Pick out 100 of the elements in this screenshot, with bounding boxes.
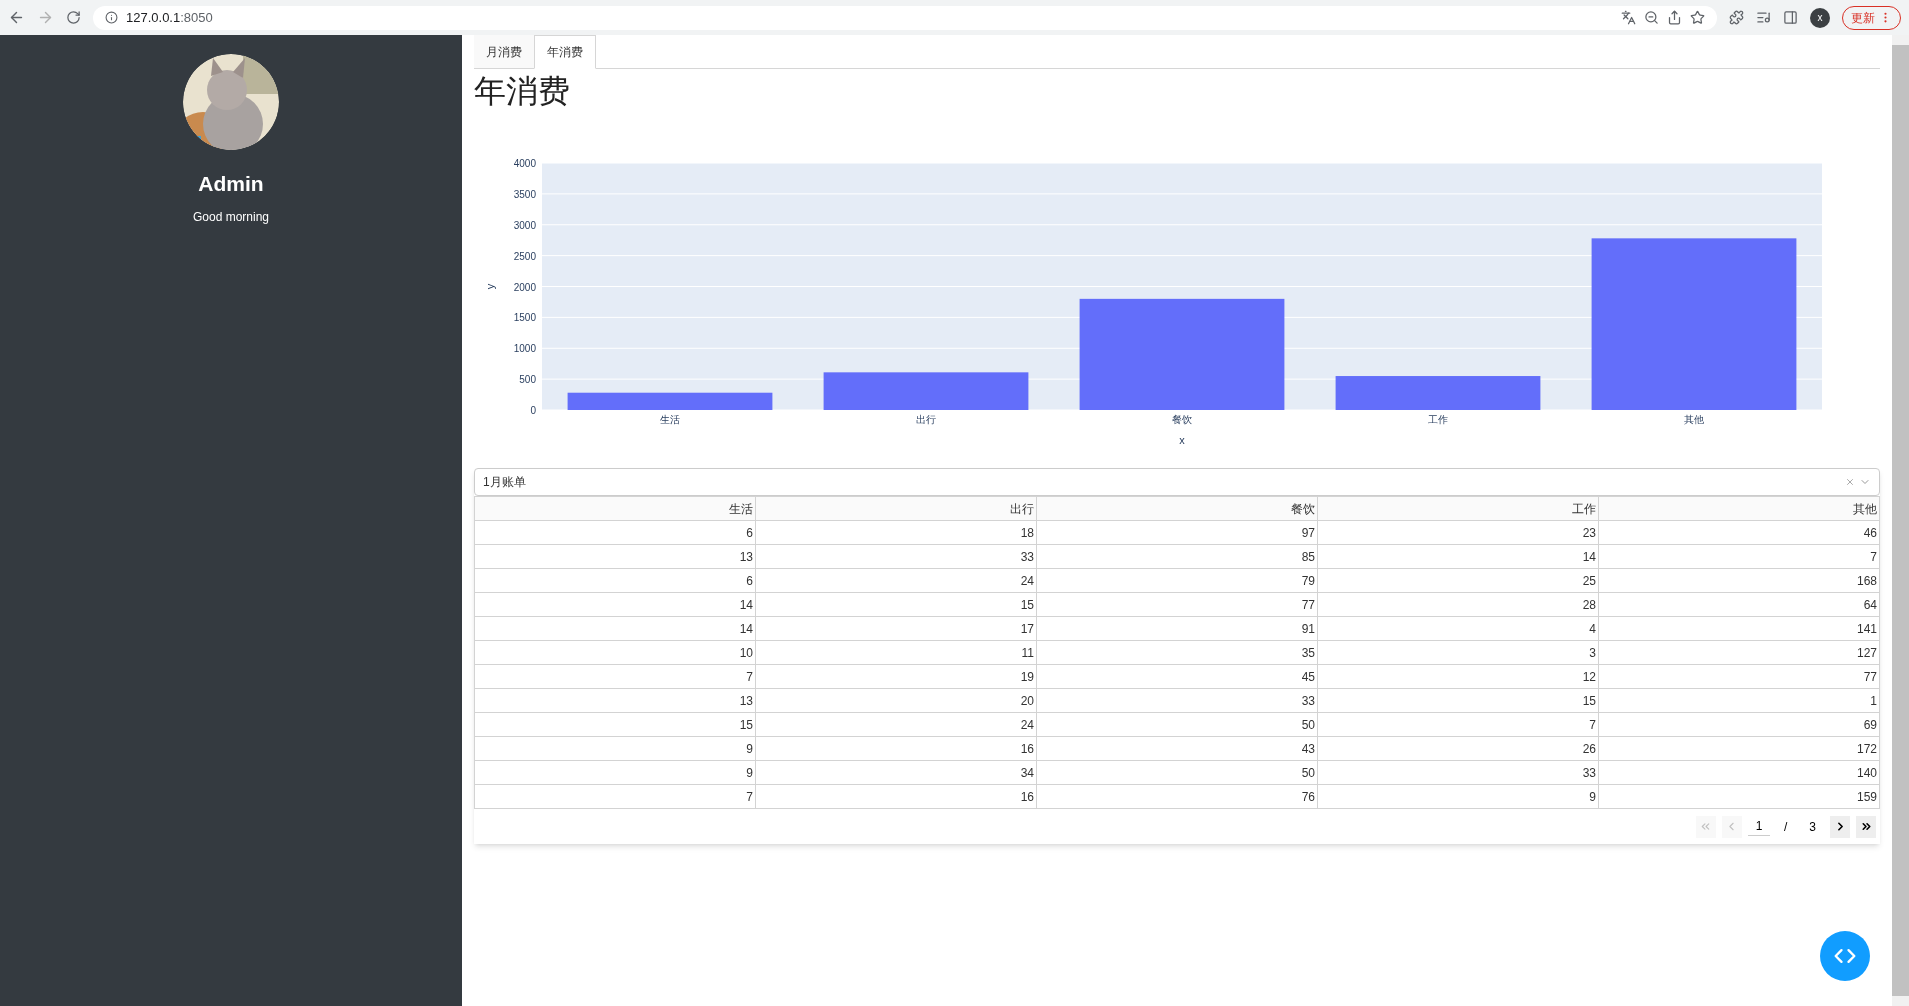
column-header: 出行 xyxy=(755,496,1037,521)
table-cell: 15 xyxy=(755,592,1037,617)
table-cell: 24 xyxy=(755,712,1037,737)
table-cell: 1 xyxy=(1598,688,1880,713)
table-cell: 172 xyxy=(1598,736,1880,761)
table-cell: 11 xyxy=(755,640,1037,665)
table-cell: 69 xyxy=(1598,712,1880,737)
last-page-button[interactable] xyxy=(1856,815,1876,838)
user-name: Admin xyxy=(198,171,264,197)
x-tick-label: 其他 xyxy=(1684,414,1704,425)
page-separator: / xyxy=(1782,818,1789,836)
table-cell: 33 xyxy=(755,544,1037,569)
greeting-text: Good morning xyxy=(192,208,269,226)
table-cell: 77 xyxy=(1036,592,1318,617)
table-cell: 76 xyxy=(1036,784,1318,809)
y-tick-label: 1000 xyxy=(513,343,536,355)
total-pages: 3 xyxy=(1808,818,1817,836)
x-tick-label: 生活 xyxy=(660,414,680,425)
table-cell: 77 xyxy=(1598,664,1880,689)
table-cell: 33 xyxy=(1036,688,1318,713)
table-cell: 6 xyxy=(474,568,756,593)
table-cell: 6 xyxy=(474,520,756,545)
table-cell: 34 xyxy=(755,760,1037,785)
translate-icon[interactable] xyxy=(1621,10,1636,25)
column-header: 其他 xyxy=(1598,496,1880,521)
page-title: 年消费 xyxy=(474,72,571,111)
side-panel-icon[interactable] xyxy=(1783,10,1798,25)
info-icon xyxy=(105,11,118,24)
table-cell: 64 xyxy=(1598,592,1880,617)
x-tick-label: 出行 xyxy=(916,414,936,425)
table-cell: 33 xyxy=(1317,760,1599,785)
table-cell: 7 xyxy=(474,664,756,689)
table-cell: 43 xyxy=(1036,736,1318,761)
column-header: 餐饮 xyxy=(1036,496,1318,521)
table-cell: 25 xyxy=(1317,568,1599,593)
page-input[interactable]: 1 xyxy=(1747,817,1770,836)
table-cell: 3 xyxy=(1317,640,1599,665)
profile-avatar[interactable]: x xyxy=(1810,7,1830,28)
reload-icon[interactable] xyxy=(66,10,81,25)
table-cell: 13 xyxy=(474,688,756,713)
y-tick-label: 2500 xyxy=(513,250,536,262)
next-page-button[interactable] xyxy=(1830,815,1850,838)
table-cell: 7 xyxy=(1317,712,1599,737)
table-cell: 7 xyxy=(474,784,756,809)
column-header: 生活 xyxy=(474,496,756,521)
share-icon[interactable] xyxy=(1667,10,1682,25)
table-cell: 14 xyxy=(1317,544,1599,569)
url-text: 127.0.0.1:8050 xyxy=(126,8,213,27)
tab[interactable]: 年消费 xyxy=(534,35,596,69)
address-bar[interactable]: 127.0.0.1:8050 xyxy=(93,5,1717,30)
table-cell: 159 xyxy=(1598,784,1880,809)
table-cell: 4 xyxy=(1317,616,1599,641)
table-cell: 16 xyxy=(755,736,1037,761)
back-icon[interactable] xyxy=(8,9,25,26)
y-tick-label: 2000 xyxy=(513,281,536,293)
code-toggle-button[interactable] xyxy=(1820,931,1870,981)
y-tick-label: 1500 xyxy=(513,312,536,324)
table-cell: 9 xyxy=(474,760,756,785)
zoom-icon[interactable] xyxy=(1644,10,1659,25)
table-cell: 19 xyxy=(755,664,1037,689)
table-cell: 50 xyxy=(1036,760,1318,785)
table-cell: 24 xyxy=(755,568,1037,593)
table-cell: 26 xyxy=(1317,736,1599,761)
table-cell: 28 xyxy=(1317,592,1599,617)
y-tick-label: 4000 xyxy=(513,158,536,169)
table-cell: 23 xyxy=(1317,520,1599,545)
table-cell: 46 xyxy=(1598,520,1880,545)
media-icon[interactable] xyxy=(1756,10,1771,25)
table-cell: 35 xyxy=(1036,640,1318,665)
column-header: 工作 xyxy=(1317,496,1599,521)
table-cell: 14 xyxy=(474,592,756,617)
table-cell: 85 xyxy=(1036,544,1318,569)
y-tick-label: 3000 xyxy=(513,219,536,231)
tab[interactable]: 月消费 xyxy=(474,35,534,68)
table-cell: 7 xyxy=(1598,544,1880,569)
star-icon[interactable] xyxy=(1690,10,1705,25)
x-axis-title: x xyxy=(1179,434,1185,446)
table-cell: 168 xyxy=(1598,568,1880,593)
table-cell: 13 xyxy=(474,544,756,569)
table-cell: 140 xyxy=(1598,760,1880,785)
table-cell: 45 xyxy=(1036,664,1318,689)
x-tick-label: 餐饮 xyxy=(1172,414,1192,425)
table-cell: 97 xyxy=(1036,520,1318,545)
table-cell: 9 xyxy=(474,736,756,761)
table-cell: 79 xyxy=(1036,568,1318,593)
table-cell: 12 xyxy=(1317,664,1599,689)
y-axis-title: y xyxy=(484,283,496,290)
table-cell: 141 xyxy=(1598,616,1880,641)
table-cell: 15 xyxy=(1317,688,1599,713)
extensions-icon[interactable] xyxy=(1729,10,1744,25)
table-cell: 17 xyxy=(755,616,1037,641)
table-cell: 10 xyxy=(474,640,756,665)
table-cell: 127 xyxy=(1598,640,1880,665)
y-tick-label: 3500 xyxy=(513,188,536,200)
table-cell: 15 xyxy=(474,712,756,737)
y-tick-label: 0 xyxy=(530,405,536,416)
table-cell: 18 xyxy=(755,520,1037,545)
table-cell: 9 xyxy=(1317,784,1599,809)
table-cell: 20 xyxy=(755,688,1037,713)
x-tick-label: 工作 xyxy=(1428,414,1448,425)
